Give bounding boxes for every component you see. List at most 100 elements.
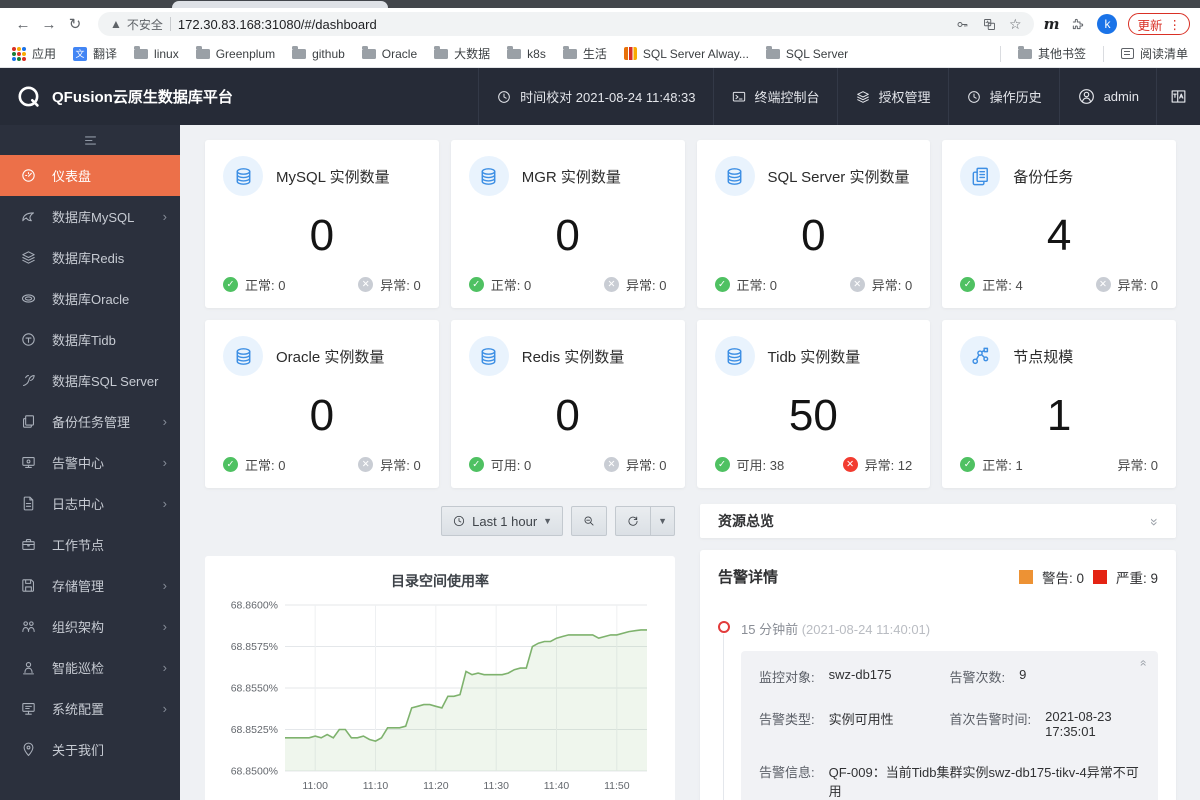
check-circle-icon: ✓ xyxy=(960,277,976,292)
card-stat: ✕异常: 0 xyxy=(1117,458,1158,473)
bookmark-folder[interactable]: k8s xyxy=(507,45,546,61)
address-bar[interactable]: ▲ 不安全 172.30.83.168:31080/#/dashboard ☆ xyxy=(98,12,1034,36)
folder-icon xyxy=(434,45,449,59)
url-text[interactable]: 172.30.83.168:31080/#/dashboard xyxy=(178,17,948,32)
alarm-column: 资源总览 » 告警详情 警告: 0 严重: 9 15 分钟前 (2021-08-… xyxy=(700,504,1176,800)
refresh-button[interactable] xyxy=(615,506,652,536)
stat-card[interactable]: Tidb 实例数量 50 ✓ 可用: 38 ✕ 异常: 12 xyxy=(696,320,931,488)
user-menu[interactable]: admin xyxy=(1058,68,1156,125)
sidebar-item-worker-nodes[interactable]: 工作节点 xyxy=(0,524,180,565)
stat-card[interactable]: 备份任务 4 ✓ 正常: 4 ✕ 异常: 0 xyxy=(942,140,1176,308)
stat-card[interactable]: SQL Server 实例数量 0 ✓ 正常: 0 ✕ 异常: 0 xyxy=(696,140,931,308)
sidebar-item-backup-tasks[interactable]: 备份任务管理 › xyxy=(0,401,180,442)
sidebar-item-alert-center[interactable]: 告警中心 › xyxy=(0,442,180,483)
card-stat: ✓ 正常: 0 xyxy=(714,275,777,294)
folder-icon xyxy=(361,45,376,59)
bookmark-folder[interactable]: Greenplum xyxy=(195,45,275,61)
alarm-detail-panel: 告警详情 警告: 0 严重: 9 15 分钟前 (2021-08-24 11:4… xyxy=(700,550,1176,800)
browser-active-tab[interactable] xyxy=(172,1,388,8)
bookmark-sqlserver-always[interactable]: SQL Server Alway... xyxy=(623,47,749,61)
sidebar-item-storage[interactable]: 存储管理 › xyxy=(0,565,180,606)
chrome-update-button[interactable]: 更新 ⋮ xyxy=(1128,13,1190,35)
chrome-menu-icon[interactable]: ⋮ xyxy=(1169,17,1182,32)
bookmark-folder[interactable]: Oracle xyxy=(361,45,417,61)
card-title: Redis 实例数量 xyxy=(521,348,625,366)
not-secure-warning[interactable]: ▲ 不安全 xyxy=(110,16,163,33)
card-value: 0 xyxy=(555,390,580,440)
operation-history[interactable]: 操作历史 xyxy=(947,68,1059,125)
sidebar-item-sqlserver[interactable]: 数据库SQL Server xyxy=(0,360,180,401)
extension-m-icon[interactable]: m xyxy=(1044,15,1060,33)
bookmark-folder[interactable]: github xyxy=(292,45,345,61)
back-icon[interactable]: ← xyxy=(10,16,36,33)
stat-card[interactable]: Redis 实例数量 0 ✓ 可用: 0 ✕ 异常: 0 xyxy=(450,320,685,488)
bookmark-folder[interactable]: 生活 xyxy=(562,45,607,62)
check-circle-icon: ✓ xyxy=(468,457,484,472)
folder-icon xyxy=(507,45,522,59)
check-circle-icon: ✓ xyxy=(714,277,730,292)
sidebar-item-oracle[interactable]: 数据库Oracle xyxy=(0,278,180,319)
card-stat: ✓ 正常: 0 xyxy=(468,275,531,294)
refresh-interval-dropdown[interactable]: ▼ xyxy=(651,506,675,536)
card-stat: ✓ 可用: 0 xyxy=(468,455,531,474)
sqlserver-icon xyxy=(20,372,37,389)
copy-icon xyxy=(20,413,37,430)
reload-icon[interactable]: ↻ xyxy=(62,15,88,33)
bookmark-folder[interactable]: SQL Server xyxy=(765,45,848,61)
card-title: Tidb 实例数量 xyxy=(767,348,861,366)
stat-card[interactable]: MGR 实例数量 0 ✓ 正常: 0 ✕ 异常: 0 xyxy=(450,140,685,308)
other-bookmarks[interactable]: 其他书签 xyxy=(1017,45,1086,62)
sidebar-item-log-center[interactable]: 日志中心 › xyxy=(0,483,180,524)
timeline-dot-icon xyxy=(718,621,730,633)
forward-icon[interactable]: → xyxy=(36,16,62,33)
app-title: QFusion云原生数据库平台 xyxy=(52,89,233,106)
collapse-up-icon[interactable]: » xyxy=(1136,662,1150,667)
bookmark-folder[interactable]: linux xyxy=(134,45,179,61)
update-label: 更新 xyxy=(1137,18,1163,33)
reading-list[interactable]: 阅读清单 xyxy=(1120,45,1188,62)
brand[interactable]: QFusion云原生数据库平台 xyxy=(0,68,478,125)
zoom-out-button[interactable] xyxy=(571,506,608,536)
bookmark-translate[interactable]: 文 翻译 xyxy=(73,45,117,62)
sidebar-item-inspection[interactable]: 智能巡检 › xyxy=(0,647,180,688)
reading-list-icon xyxy=(1120,48,1134,59)
chevron-right-icon: › xyxy=(162,619,167,634)
sidebar-collapse-button[interactable] xyxy=(0,125,180,155)
terminal-console[interactable]: 终端控制台 xyxy=(712,68,837,125)
folder-icon xyxy=(765,45,780,59)
card-value: 1 xyxy=(1046,390,1072,440)
chevron-right-icon: › xyxy=(162,455,167,470)
chevron-right-icon: › xyxy=(162,660,167,675)
sidebar-item-mysql[interactable]: 数据库MySQL › xyxy=(0,196,180,237)
key-icon[interactable] xyxy=(955,17,970,32)
browser-toolbar: ← → ↻ ▲ 不安全 172.30.83.168:31080/#/dashbo… xyxy=(0,8,1200,40)
sidebar-item-system-config[interactable]: 系统配置 › xyxy=(0,688,180,729)
sidebar-item-redis[interactable]: 数据库Redis xyxy=(0,237,180,278)
time-range-button[interactable]: Last 1 hour ▼ xyxy=(441,506,564,536)
profile-avatar[interactable]: k xyxy=(1097,14,1118,34)
card-value: 0 xyxy=(309,390,335,440)
sidebar-item-organization[interactable]: 组织架构 › xyxy=(0,606,180,647)
extensions-puzzle-icon[interactable] xyxy=(1070,16,1086,32)
sidebar-item-tidb[interactable]: 数据库Tidb xyxy=(0,319,180,360)
bookmark-apps[interactable]: 应用 xyxy=(12,45,56,62)
card-title: 节点规模 xyxy=(1013,348,1074,366)
stat-card[interactable]: MySQL 实例数量 0 ✓ 正常: 0 ✕ 异常: 0 xyxy=(205,140,439,308)
authorization-management[interactable]: 授权管理 xyxy=(836,68,948,125)
warning-icon: ▲ xyxy=(110,17,122,31)
bookmark-star-icon[interactable]: ☆ xyxy=(1009,16,1022,33)
stat-card[interactable]: 节点规模 1 ✓正常: 1 ✕异常: 0 xyxy=(942,320,1176,488)
stat-card[interactable]: Oracle 实例数量 0 ✓ 正常: 0 ✕ 异常: 0 xyxy=(205,320,439,488)
translate-icon[interactable] xyxy=(982,17,997,32)
sidebar-item-dashboard[interactable]: 仪表盘 xyxy=(0,155,180,196)
language-toggle[interactable] xyxy=(1156,68,1200,125)
double-chevron-down-icon[interactable]: » xyxy=(1147,518,1163,524)
resource-overview-bar[interactable]: 资源总览 » xyxy=(700,504,1176,538)
alarm-title: 告警详情 xyxy=(718,569,779,586)
sidebar-item-about[interactable]: 关于我们 xyxy=(0,729,180,770)
svg-text:68.8550%: 68.8550% xyxy=(231,683,278,695)
time-calibration[interactable]: 时间校对 2021-08-24 11:48:33 xyxy=(478,68,712,125)
user-avatar-icon xyxy=(1077,87,1096,106)
usage-chart[interactable]: 68.8600% 68.8575% 68.8550% 68.8525% 68.8500%… xyxy=(217,597,657,797)
bookmark-folder[interactable]: 大数据 xyxy=(434,45,490,62)
